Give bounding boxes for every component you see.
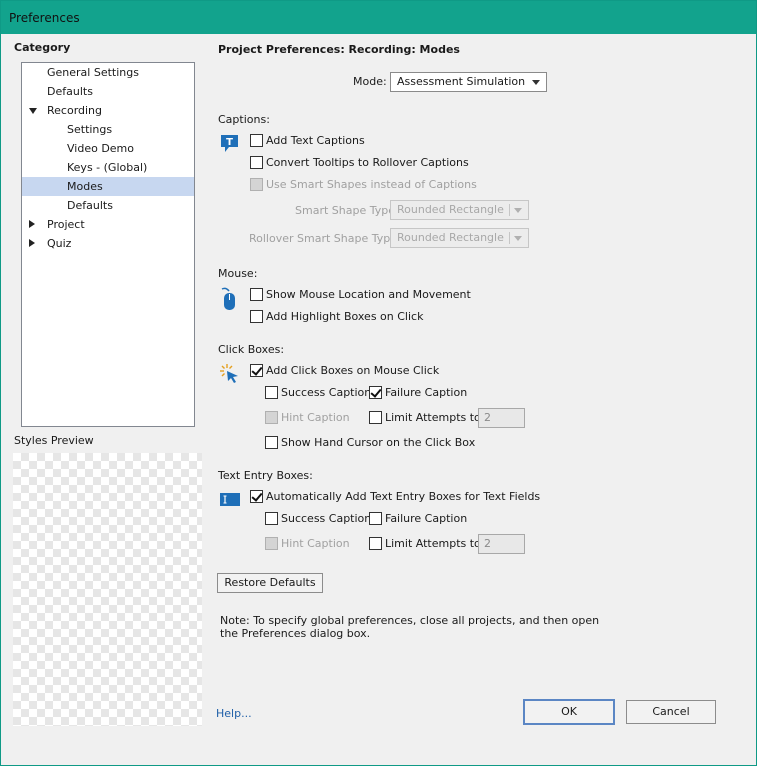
tree-item-defaults[interactable]: Defaults [22, 82, 194, 101]
tree-item-video-demo[interactable]: Video Demo [22, 139, 194, 158]
tree-item-recording-settings[interactable]: Settings [22, 120, 194, 139]
add-text-captions-checkbox[interactable] [250, 134, 263, 147]
click-success-caption-checkbox[interactable] [265, 386, 278, 399]
text-failure-caption-label: Failure Caption [385, 512, 468, 525]
expand-right-icon[interactable] [29, 239, 35, 247]
dropdown-arrow-icon [514, 208, 522, 213]
add-highlight-boxes-checkbox[interactable] [250, 310, 263, 323]
mouse-heading: Mouse: [218, 267, 258, 280]
text-caption-icon: T [221, 135, 238, 152]
title-bar[interactable]: Preferences [1, 1, 756, 34]
preferences-dialog: Preferences Category General Settings De… [0, 0, 757, 766]
click-hint-caption-checkbox[interactable] [265, 411, 278, 424]
click-failure-caption-checkbox[interactable] [369, 386, 382, 399]
restore-defaults-button[interactable]: Restore Defaults [217, 573, 323, 593]
note-line-1: Note: To specify global preferences, clo… [220, 614, 600, 627]
text-limit-attempts-label: Limit Attempts to [385, 537, 481, 550]
styles-preview-area [13, 453, 202, 726]
text-hint-caption-checkbox[interactable] [265, 537, 278, 550]
add-text-captions-label: Add Text Captions [266, 134, 365, 147]
expand-right-icon[interactable] [29, 220, 35, 228]
help-link[interactable]: Help... [216, 707, 252, 720]
smart-shape-type-select[interactable]: Rounded Rectangle [390, 200, 529, 220]
click-hint-caption-label: Hint Caption [281, 411, 350, 424]
text-limit-attempts-input[interactable]: 2 [478, 534, 525, 554]
click-limit-attempts-input[interactable]: 2 [478, 408, 525, 428]
show-mouse-location-checkbox[interactable] [250, 288, 263, 301]
text-success-caption-label: Success Caption [281, 512, 372, 525]
tree-item-general-settings[interactable]: General Settings [22, 63, 194, 82]
click-boxes-heading: Click Boxes: [218, 343, 285, 356]
rollover-smart-shape-type-select[interactable]: Rounded Rectangle [390, 228, 529, 248]
tree-item-modes[interactable]: Modes [22, 177, 194, 196]
window-title: Preferences [9, 11, 80, 25]
tree-item-recording-defaults[interactable]: Defaults [22, 196, 194, 215]
cancel-button[interactable]: Cancel [626, 700, 716, 724]
convert-tooltips-label: Convert Tooltips to Rollover Captions [266, 156, 469, 169]
show-hand-cursor-checkbox[interactable] [265, 436, 278, 449]
add-highlight-boxes-label: Add Highlight Boxes on Click [266, 310, 424, 323]
click-limit-attempts-checkbox[interactable] [369, 411, 382, 424]
panel-title: Project Preferences: Recording: Modes [218, 43, 460, 56]
mode-label: Mode: [353, 75, 387, 88]
expand-down-icon[interactable] [29, 108, 37, 114]
text-success-caption-checkbox[interactable] [265, 512, 278, 525]
mouse-icon [221, 287, 235, 310]
auto-add-text-entry-label: Automatically Add Text Entry Boxes for T… [266, 490, 541, 503]
captions-heading: Captions: [218, 113, 270, 126]
tree-item-project[interactable]: Project [22, 215, 194, 234]
text-entry-boxes-heading: Text Entry Boxes: [218, 469, 313, 482]
click-limit-attempts-label: Limit Attempts to [385, 411, 481, 424]
click-success-caption-label: Success Caption [281, 386, 372, 399]
ok-button[interactable]: OK [523, 699, 615, 725]
show-hand-cursor-label: Show Hand Cursor on the Click Box [281, 436, 476, 449]
note-line-2: the Preferences dialog box. [220, 627, 371, 640]
rollover-smart-shape-type-label: Rollover Smart Shape Type [249, 232, 397, 245]
dropdown-arrow-icon [532, 80, 540, 85]
tree-item-recording[interactable]: Recording [22, 101, 194, 120]
text-failure-caption-checkbox[interactable] [369, 512, 382, 525]
use-smart-shapes-checkbox[interactable] [250, 178, 263, 191]
add-click-boxes-checkbox[interactable] [250, 364, 263, 377]
category-heading: Category [14, 41, 71, 54]
show-mouse-location-label: Show Mouse Location and Movement [266, 288, 471, 301]
text-entry-box-icon [220, 493, 240, 506]
tree-item-quiz[interactable]: Quiz [22, 234, 194, 253]
use-smart-shapes-label: Use Smart Shapes instead of Captions [266, 178, 477, 191]
styles-preview-label: Styles Preview [14, 434, 94, 447]
mode-select[interactable]: Assessment Simulation [390, 72, 547, 92]
convert-tooltips-checkbox[interactable] [250, 156, 263, 169]
add-click-boxes-label: Add Click Boxes on Mouse Click [266, 364, 440, 377]
click-failure-caption-label: Failure Caption [385, 386, 468, 399]
auto-add-text-entry-checkbox[interactable] [250, 490, 263, 503]
tree-item-keys-global[interactable]: Keys - (Global) [22, 158, 194, 177]
category-tree[interactable]: General Settings Defaults Recording Sett… [21, 62, 195, 427]
smart-shape-type-label: Smart Shape Type [295, 204, 395, 217]
text-limit-attempts-checkbox[interactable] [369, 537, 382, 550]
text-hint-caption-label: Hint Caption [281, 537, 350, 550]
svg-text:T: T [226, 137, 233, 148]
click-box-icon [220, 364, 238, 383]
dropdown-arrow-icon [514, 236, 522, 241]
